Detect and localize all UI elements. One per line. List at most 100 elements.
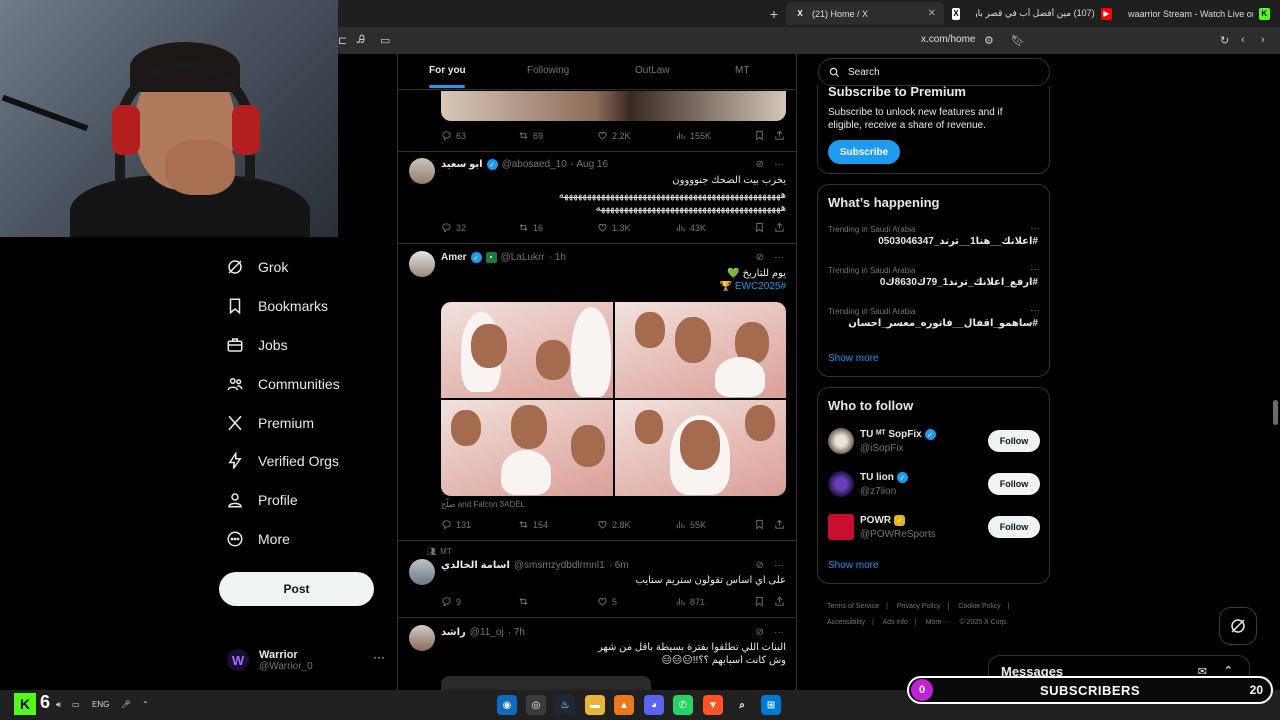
nav-item-premium[interactable]: Premium	[226, 414, 314, 432]
like-button[interactable]: 2.2K	[597, 130, 631, 141]
more-dots-icon[interactable]: ···	[774, 159, 784, 170]
nav-item-bookmarks[interactable]: Bookmarks	[226, 297, 328, 315]
steam-icon[interactable]: ♨	[555, 695, 575, 715]
follow-suggestion[interactable]: TU ᴹᵀ SopFix ✓ @iSopFix Follow	[828, 426, 1040, 458]
author-name[interactable]: راشد	[441, 627, 466, 638]
more-dots-icon[interactable]: ···	[1030, 264, 1040, 275]
footer-link[interactable]: Terms of Service	[827, 603, 879, 610]
author-name[interactable]: ابو سعيد	[441, 159, 483, 170]
footer-link[interactable]: Ads info	[883, 619, 908, 626]
views-button[interactable]: 43K	[675, 222, 706, 233]
reply-button[interactable]: 63	[441, 130, 466, 141]
new-tab-button[interactable]: +	[762, 6, 786, 22]
url-text[interactable]: x.com/home	[921, 34, 975, 45]
follow-button[interactable]: Follow	[988, 430, 1040, 452]
app-icon[interactable]: ◉	[497, 695, 517, 715]
obs-icon[interactable]: ◎	[526, 695, 546, 715]
author-handle[interactable]: @smsmzydbdlrmnl1	[514, 560, 605, 571]
tab-youtube[interactable]: (107) مين أفضل أب في قصر باور !! -_- ▶	[968, 2, 1120, 25]
more-dots-icon[interactable]: ···	[774, 627, 784, 638]
tweet-time[interactable]: · 6m	[609, 560, 629, 571]
search-input[interactable]	[848, 66, 1028, 78]
show-more-link[interactable]: Show more	[828, 560, 879, 571]
repost-button[interactable]: 69	[518, 130, 543, 141]
scrollbar-track[interactable]	[1270, 54, 1280, 690]
avatar[interactable]	[409, 251, 435, 277]
whatsapp-icon[interactable]: ✆	[673, 695, 693, 715]
forward-icon[interactable]: ›	[1261, 34, 1265, 46]
more-dots-icon[interactable]: ···	[1030, 223, 1040, 234]
avatar[interactable]	[409, 559, 435, 585]
bookmark-button[interactable]	[754, 519, 765, 530]
hashtag-link[interactable]: #EWC2025 🏆	[441, 281, 786, 293]
discord-icon[interactable]: ◕	[644, 695, 664, 715]
trend-item[interactable]: Trending in Saudi Arabia #اعلانك__هنا1__…	[828, 223, 1040, 259]
author-handle[interactable]: @abosaed_10	[502, 159, 567, 170]
avatar[interactable]	[828, 428, 854, 454]
views-button[interactable]: 155K	[675, 130, 711, 141]
photo[interactable]	[441, 302, 613, 398]
back-icon[interactable]: ‹	[1241, 34, 1245, 46]
tab-kick[interactable]: waarrior Stream - Watch Live on Kick K	[1120, 2, 1278, 25]
share-button[interactable]	[774, 519, 785, 530]
sidebar-toggle-icon[interactable]: ⊏	[338, 34, 347, 47]
author-handle[interactable]: @LaLukrr	[501, 252, 545, 263]
nav-item-more[interactable]: More	[226, 530, 290, 548]
photo[interactable]	[614, 400, 786, 496]
folder-icon[interactable]: ▬	[585, 695, 605, 715]
nav-item-grok[interactable]: Grok	[226, 258, 288, 276]
avatar[interactable]	[409, 625, 435, 651]
tweet-media[interactable]	[441, 91, 786, 121]
share-button[interactable]	[774, 596, 785, 607]
tray-chevron-icon[interactable]: ⌃	[142, 700, 149, 709]
brave-icon[interactable]: ▼	[703, 695, 723, 715]
bookmark-star-icon[interactable]: 🔖︎	[1011, 34, 1025, 47]
tab-mt[interactable]: MT	[735, 65, 749, 76]
grok-icon[interactable]: ⊘	[756, 560, 764, 571]
trend-item[interactable]: Trending in Saudi Arabia #ارفع_اعلانك_تر…	[828, 264, 1040, 300]
avatar[interactable]	[409, 158, 435, 184]
more-dots-icon[interactable]: ···	[774, 560, 784, 571]
like-button[interactable]: 2.8K	[597, 519, 631, 530]
follow-suggestion[interactable]: POWR ✓ @POWReSports Follow	[828, 512, 1040, 544]
app-icon[interactable]: ▲	[614, 695, 634, 715]
reply-button[interactable]: 32	[441, 222, 466, 233]
bookmark-button[interactable]	[754, 222, 765, 233]
show-more-link[interactable]: Show more	[828, 353, 879, 364]
tab-for-you[interactable]: For you	[429, 65, 466, 76]
reply-button[interactable]: 9	[441, 596, 461, 607]
author-name[interactable]: Amer	[441, 252, 467, 263]
search-icon[interactable]: ⌕	[732, 695, 752, 715]
nav-item-verified-orgs[interactable]: Verified Orgs	[226, 452, 339, 470]
repost-button[interactable]	[518, 596, 533, 607]
site-settings-icon[interactable]: ⚙	[984, 34, 994, 47]
language-indicator[interactable]: ENG	[92, 700, 109, 709]
grok-button[interactable]	[1219, 607, 1257, 645]
windows-start-icon[interactable]: ⊞	[761, 695, 781, 715]
tweet-time[interactable]: · 1h	[549, 252, 566, 263]
media-tags[interactable]: صلّح and Falcon 3ADEL	[441, 500, 525, 509]
tweet-photo-grid[interactable]	[441, 302, 786, 496]
subscribe-button[interactable]: Subscribe	[828, 140, 900, 164]
share-button[interactable]	[774, 130, 785, 141]
close-icon[interactable]: ✕	[928, 8, 936, 19]
follow-button[interactable]: Follow	[988, 473, 1040, 495]
translate-icon[interactable]: Ꭿ	[357, 34, 365, 47]
screen-icon[interactable]: ▭	[380, 34, 390, 47]
photo[interactable]	[441, 400, 613, 496]
more-dots-icon[interactable]: ···	[774, 252, 784, 263]
repost-button[interactable]: 154	[518, 519, 548, 530]
footer-link[interactable]: Cookie Policy	[958, 603, 1000, 610]
nav-item-jobs[interactable]: Jobs	[226, 336, 288, 354]
like-button[interactable]: 1.3K	[597, 222, 631, 233]
tab-outlaw[interactable]: OutLaw	[635, 65, 669, 76]
like-button[interactable]: 5	[597, 596, 617, 607]
post-button[interactable]: Post	[219, 572, 374, 606]
views-button[interactable]: 871	[675, 596, 705, 607]
reply-button[interactable]: 131	[441, 519, 471, 530]
nav-item-communities[interactable]: Communities	[226, 375, 340, 393]
more-dots-icon[interactable]: ···	[373, 650, 385, 664]
tab-x-home[interactable]: X (21) Home / X ✕	[786, 2, 944, 25]
nav-item-profile[interactable]: Profile	[226, 491, 298, 509]
speaker-icon[interactable]: 🔊︎	[56, 700, 61, 710]
